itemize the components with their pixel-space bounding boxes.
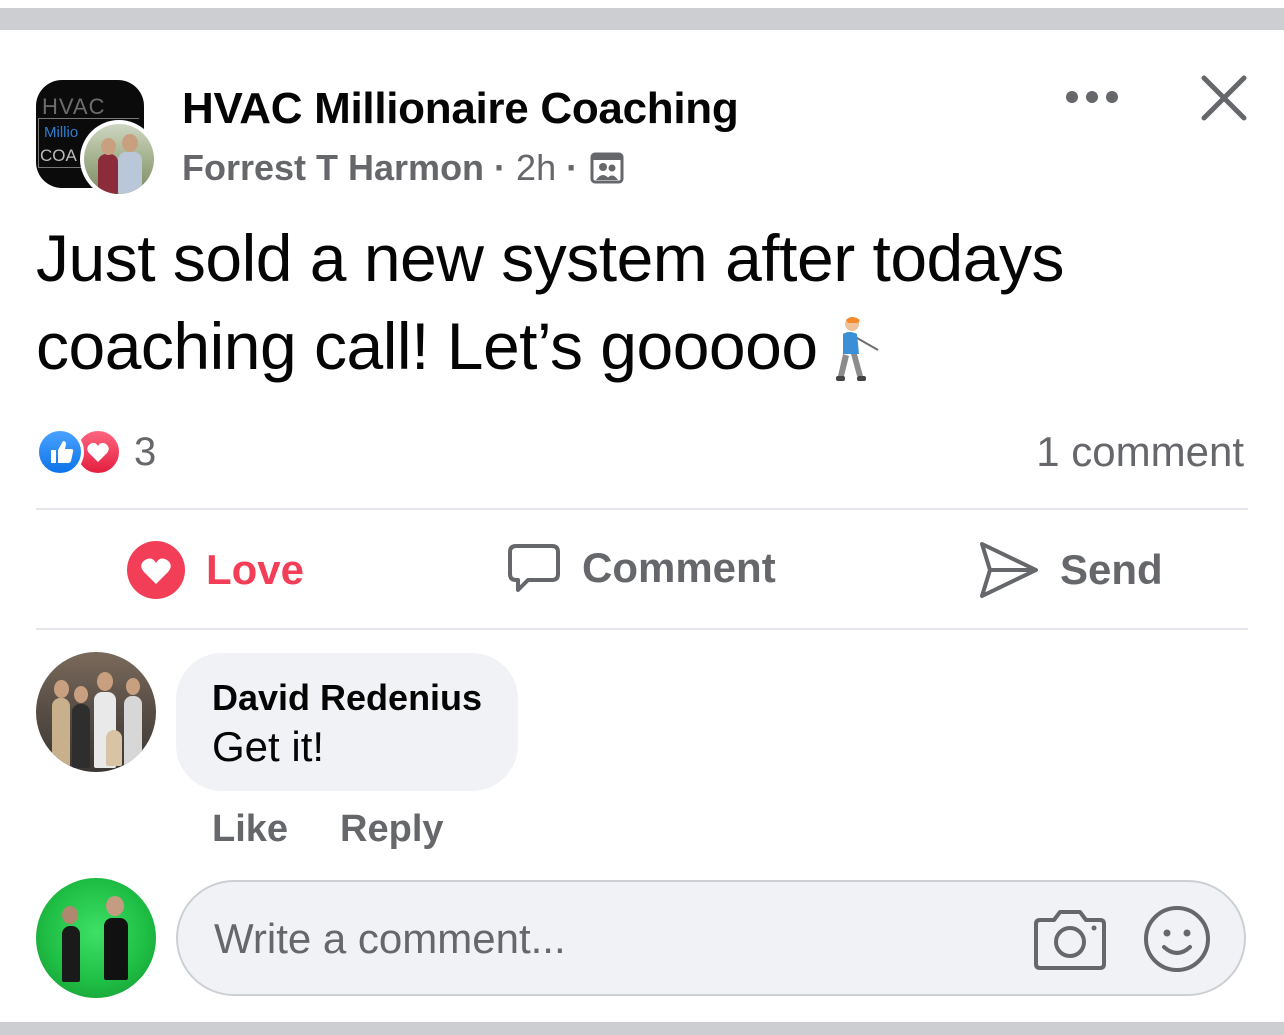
camera-icon[interactable]	[1032, 904, 1108, 974]
emoji-icon[interactable]	[1142, 904, 1212, 974]
comment-label: Comment	[582, 544, 776, 591]
group-audience-icon	[590, 152, 624, 184]
divider	[36, 508, 1248, 510]
logo-text-top: HVAC	[42, 94, 106, 119]
post-text: Just sold a new system after todays coac…	[36, 214, 1256, 390]
author-avatar[interactable]	[80, 120, 158, 198]
love-button[interactable]: Love	[126, 540, 304, 600]
logo-text-middle: Millio	[44, 124, 79, 141]
send-button[interactable]: Send	[978, 540, 1163, 600]
comment-count[interactable]: 1 comment	[1036, 428, 1244, 476]
love-icon	[127, 541, 185, 599]
comment-actions: Like Reply	[212, 808, 496, 851]
top-separator	[0, 8, 1284, 30]
comment-author[interactable]: David Redenius	[212, 677, 482, 719]
more-options-icon[interactable]	[1064, 86, 1120, 108]
comment-bubble: David Redenius Get it!	[176, 653, 518, 791]
comment-composer[interactable]	[176, 880, 1246, 996]
author-name[interactable]: Forrest T Harmon	[182, 147, 484, 189]
post-meta: Forrest T Harmon · 2h ·	[182, 147, 624, 189]
send-icon	[980, 542, 1038, 598]
comment-icon	[508, 544, 560, 592]
commenter-avatar[interactable]	[36, 652, 156, 772]
person-golfing-icon	[835, 316, 879, 381]
reaction-count: 3	[134, 429, 157, 474]
comment-button[interactable]: Comment	[506, 540, 776, 596]
love-label: Love	[206, 546, 305, 593]
close-icon[interactable]	[1198, 72, 1250, 124]
reaction-summary[interactable]: 3	[36, 428, 156, 476]
current-user-avatar[interactable]	[36, 878, 156, 998]
comment-input[interactable]	[212, 908, 996, 970]
divider	[36, 628, 1248, 630]
post-time[interactable]: 2h	[516, 147, 556, 189]
comment-like-button[interactable]: Like	[212, 808, 288, 851]
like-reaction-icon	[36, 428, 84, 476]
meta-separator: ·	[566, 147, 579, 188]
logo-text-bottom: COA	[40, 146, 77, 165]
group-name[interactable]: HVAC Millionaire Coaching	[182, 84, 739, 134]
meta-separator: ·	[494, 147, 507, 188]
comment-text: Get it!	[212, 723, 325, 770]
send-label: Send	[1060, 546, 1163, 593]
author-photo	[84, 124, 154, 194]
post-message: Just sold a new system after todays coac…	[36, 221, 1064, 383]
comment-reply-button[interactable]: Reply	[340, 808, 443, 851]
bottom-separator	[0, 1022, 1284, 1035]
